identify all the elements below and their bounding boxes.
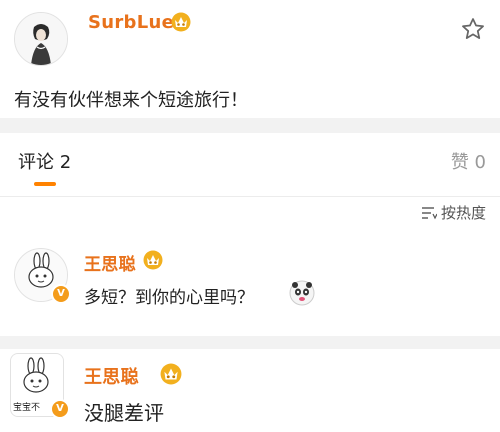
commenter-username[interactable]: 王思聪 bbox=[84, 250, 136, 275]
avatar-caption: 宝宝不 bbox=[13, 403, 41, 413]
poster-avatar[interactable] bbox=[14, 12, 68, 66]
tab-comments[interactable]: 评论 2 bbox=[18, 148, 71, 174]
verified-badge-icon: V bbox=[50, 399, 70, 419]
vip-crown-icon bbox=[143, 250, 163, 270]
star-outline-icon[interactable] bbox=[460, 16, 486, 42]
post-card: SurbLue 有没有伙伴想来个短途旅行！ bbox=[0, 0, 500, 118]
panda-face-emoji bbox=[289, 280, 315, 306]
poster-username[interactable]: SurbLue bbox=[88, 12, 174, 33]
comment-card: 宝宝不 V 王思聪 没腿差评 bbox=[0, 349, 500, 432]
header-divider bbox=[0, 196, 500, 197]
tab-active-indicator bbox=[34, 182, 56, 186]
commenter-username[interactable]: 王思聪 bbox=[84, 363, 139, 389]
vip-crown-icon bbox=[171, 12, 191, 32]
comment-text: 多短？到你的心里吗？ bbox=[84, 288, 254, 308]
sort-label: 按热度 bbox=[440, 204, 486, 222]
sort-by-hot-button[interactable]: 按热度 bbox=[421, 202, 486, 223]
verified-badge-icon: V bbox=[51, 284, 71, 304]
sort-icon bbox=[421, 206, 437, 219]
post-content: 有没有伙伴想来个短途旅行！ bbox=[14, 90, 248, 111]
comment-text: 没腿差评 bbox=[84, 401, 164, 425]
vip-crown-icon bbox=[160, 363, 182, 385]
tab-likes[interactable]: 赞 0 bbox=[451, 148, 486, 174]
